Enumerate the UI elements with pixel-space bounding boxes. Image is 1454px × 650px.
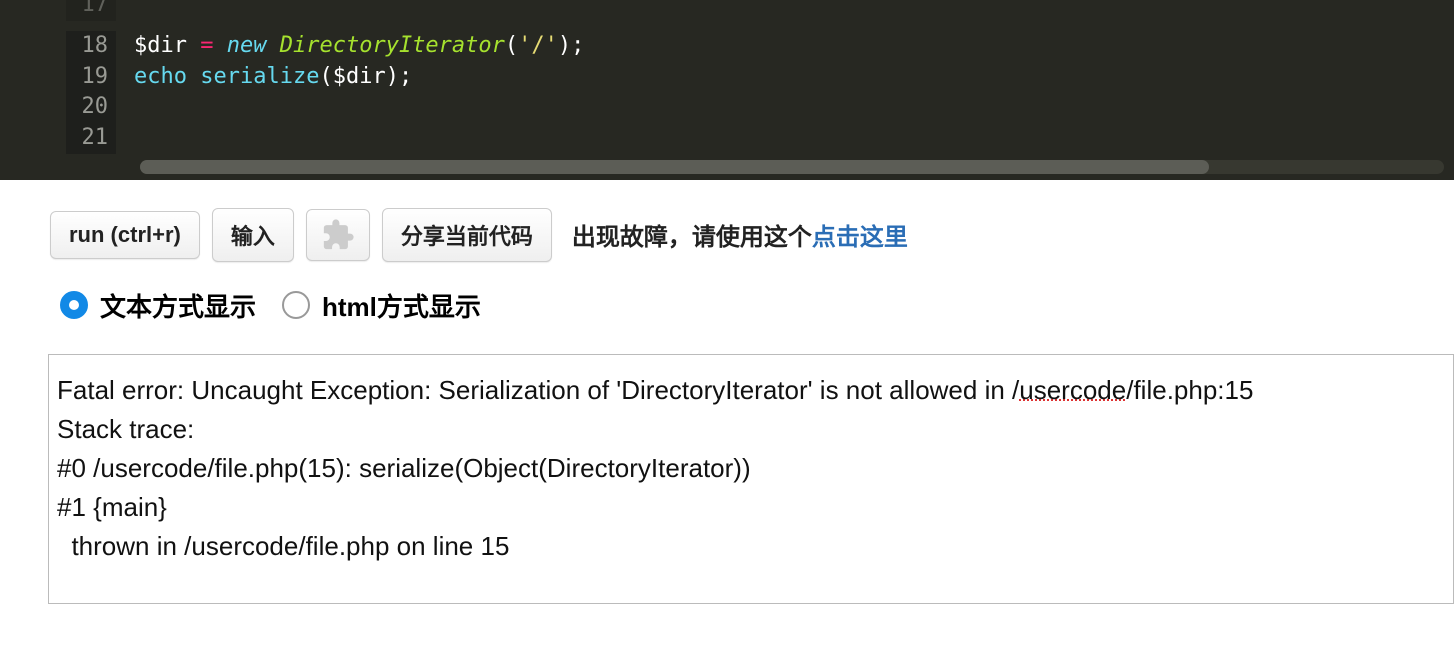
input-button[interactable]: 输入 bbox=[212, 208, 294, 262]
fault-notice: 出现故障，请使用这个点击这里 bbox=[572, 217, 908, 252]
code-line[interactable] bbox=[116, 0, 134, 31]
radio-icon bbox=[60, 291, 88, 319]
radio-icon bbox=[282, 291, 310, 319]
display-mode-html[interactable]: html方式显示 bbox=[282, 287, 481, 324]
editor-horizontal-scrollbar[interactable] bbox=[140, 160, 1444, 174]
output-line: Stack trace: bbox=[57, 414, 194, 444]
puzzle-icon bbox=[321, 218, 355, 252]
notice-text: 出现故障，请使用这个 bbox=[572, 224, 812, 251]
code-editor[interactable]: 17 18$dir = new DirectoryIterator('/');19… bbox=[0, 0, 1454, 180]
scrollbar-thumb[interactable] bbox=[140, 160, 1209, 174]
line-number: 19 bbox=[66, 62, 116, 93]
display-mode-group: 文本方式显示 html方式显示 bbox=[0, 277, 1454, 344]
code-line[interactable] bbox=[116, 92, 134, 123]
code-line[interactable] bbox=[116, 123, 134, 154]
line-number: 18 bbox=[66, 31, 116, 62]
run-button[interactable]: run (ctrl+r) bbox=[50, 211, 200, 259]
output-line: #1 {main} bbox=[57, 492, 167, 522]
output-line: Fatal error: Uncaught Exception: Seriali… bbox=[57, 375, 1019, 405]
line-number: 21 bbox=[66, 123, 116, 154]
line-number: 20 bbox=[66, 92, 116, 123]
output-panel[interactable]: Fatal error: Uncaught Exception: Seriali… bbox=[48, 354, 1454, 604]
output-line: usercode bbox=[1019, 375, 1126, 405]
toolbar: run (ctrl+r) 输入 分享当前代码 出现故障，请使用这个点击这里 bbox=[0, 180, 1454, 277]
display-mode-text-label: 文本方式显示 bbox=[100, 287, 256, 324]
notice-link[interactable]: 点击这里 bbox=[812, 224, 908, 251]
share-code-button[interactable]: 分享当前代码 bbox=[382, 208, 552, 262]
extensions-button[interactable] bbox=[306, 209, 370, 261]
code-line[interactable]: echo serialize($dir); bbox=[116, 62, 412, 93]
code-line[interactable]: $dir = new DirectoryIterator('/'); bbox=[116, 31, 584, 62]
output-line: thrown in /usercode/file.php on line 15 bbox=[57, 531, 509, 561]
output-line: /file.php:15 bbox=[1126, 375, 1253, 405]
display-mode-text[interactable]: 文本方式显示 bbox=[60, 287, 256, 324]
line-number: 17 bbox=[66, 0, 116, 21]
display-mode-html-label: html方式显示 bbox=[322, 287, 481, 324]
output-line: #0 /usercode/file.php(15): serialize(Obj… bbox=[57, 453, 751, 483]
